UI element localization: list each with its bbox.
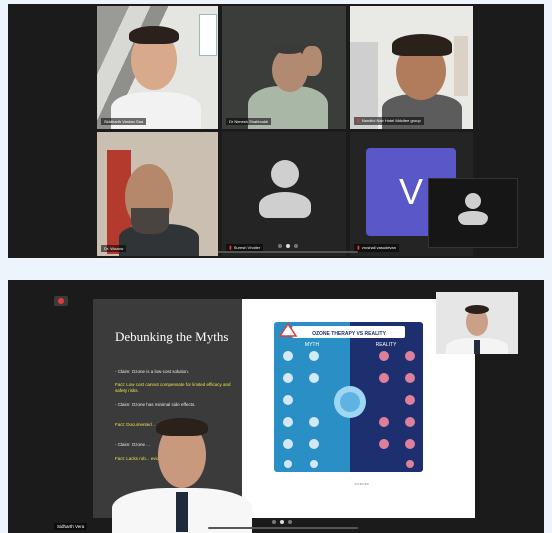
page-dot[interactable] <box>280 520 284 524</box>
participant-name: ▮ vrushali vasudevan <box>354 244 400 252</box>
participant-name: Siddharth Vardan Saa <box>101 118 147 125</box>
infographic-myth-label: MYTH <box>305 342 320 348</box>
page-dot[interactable] <box>294 244 298 248</box>
infographic-banner: OZONE THERAPY VS REALITY <box>312 331 386 337</box>
slide-bullet: - Claim: Ozone is a low-cost solution. <box>115 369 190 374</box>
mic-muted-icon: ▮ <box>357 118 360 124</box>
participant-name: Dr Nimesh Shahbuddi <box>226 118 272 125</box>
participant-name: Dr. Wozow <box>101 245 127 252</box>
infographic-caption: SOURCES <box>354 482 369 486</box>
participant-tile[interactable]: ▮ Suresh Vhotler <box>222 132 346 256</box>
background-shelf <box>350 42 378 129</box>
page-dot[interactable] <box>272 520 276 524</box>
user-placeholder-icon <box>458 193 488 231</box>
user-placeholder-icon <box>259 160 311 224</box>
presenter-thumbnail[interactable] <box>436 292 518 354</box>
page-dot[interactable] <box>286 244 290 248</box>
slide-bullet: Fact: Low cost cannot compensate for lim… <box>115 382 231 393</box>
infographic-image: OZONE THERAPY VS REALITY MYTH REALITY <box>274 322 423 472</box>
participant-name: ▮ Nandini Nair Hotel Mdcitee group <box>354 117 424 125</box>
presenter-video-overlay <box>102 418 262 533</box>
scroll-bar[interactable] <box>218 251 358 253</box>
wall-logo <box>199 14 217 56</box>
slide-bullet: - Claim: Ozone has minimal side effects. <box>115 402 196 407</box>
participant-tile[interactable]: Siddharth Vardan Saa <box>97 6 218 129</box>
presenter-name: Sidharth Vera <box>54 523 88 530</box>
page-dot[interactable] <box>288 520 292 524</box>
background-poster <box>454 36 468 96</box>
video-call-gallery: Siddharth Vardan Saa Dr Nimesh Shahbuddi… <box>8 4 544 258</box>
participant-tile[interactable]: Dr. Wozow <box>97 132 218 256</box>
page-dot[interactable] <box>278 244 282 248</box>
participant-tile[interactable]: Dr Nimesh Shahbuddi <box>222 6 346 129</box>
scroll-bar[interactable] <box>208 527 358 529</box>
slide-title: Debunking the Myths <box>115 329 229 344</box>
participant-tile[interactable]: ▮ Nandini Nair Hotel Mdcitee group <box>350 6 473 129</box>
avatar-letter: V <box>398 171 423 212</box>
recording-icon <box>54 296 68 306</box>
page-indicator[interactable] <box>272 520 292 524</box>
self-view-tile[interactable] <box>428 178 518 248</box>
page-indicator[interactable] <box>278 244 298 248</box>
infographic-reality-label: REALITY <box>376 342 398 348</box>
screen-share-view: Debunking the Myths - Claim: Ozone is a … <box>8 280 544 533</box>
